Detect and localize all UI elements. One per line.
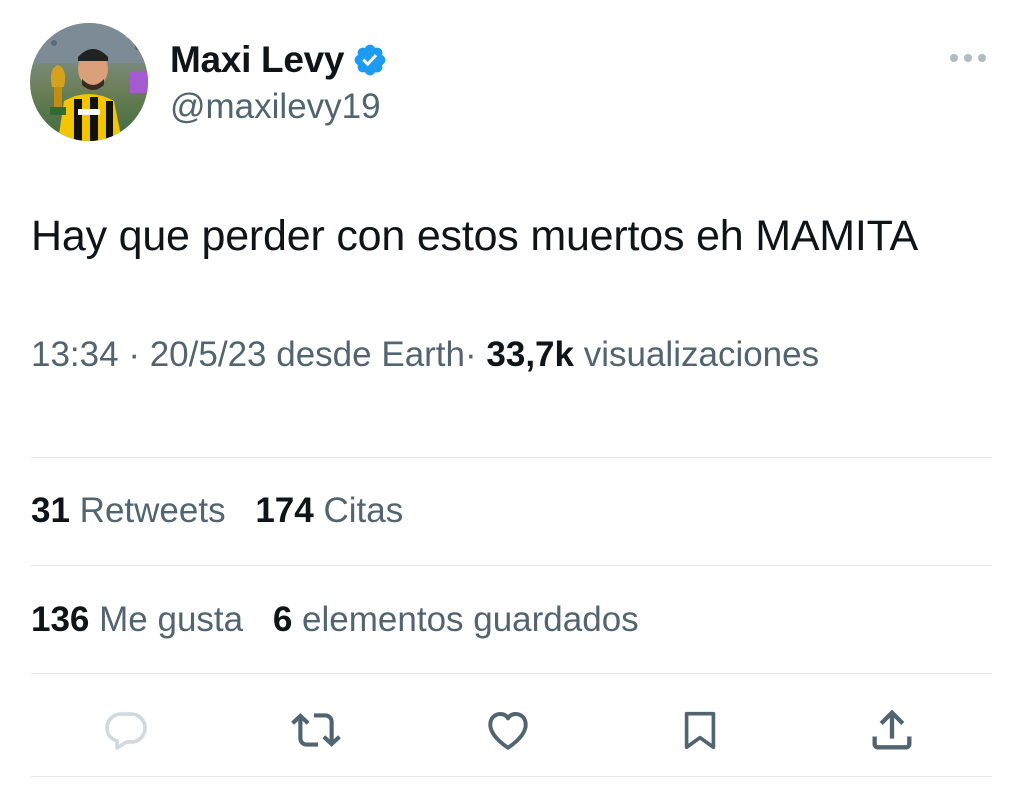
quotes-count: 174	[255, 491, 314, 530]
likes-label: Me gusta	[99, 600, 244, 639]
divider	[31, 565, 992, 566]
share-button[interactable]	[862, 700, 922, 760]
meta-separator: ·	[128, 335, 140, 374]
divider	[31, 457, 992, 458]
quotes-label: Citas	[323, 491, 404, 530]
retweet-icon	[291, 713, 341, 747]
author-handle[interactable]: @maxilevy19	[170, 86, 381, 128]
likes-count: 136	[31, 600, 90, 639]
bookmarks-count: 6	[272, 600, 293, 639]
tweet-text: Hay que perder con estos muertos eh MAMI…	[31, 212, 919, 260]
retweets-label: Retweets	[79, 491, 226, 530]
retweets-stat[interactable]: 31 Retweets	[31, 489, 226, 533]
avatar[interactable]	[30, 23, 148, 141]
like-button[interactable]	[478, 700, 538, 760]
views-label: visualizaciones	[583, 335, 820, 374]
avatar-photo	[30, 23, 148, 141]
author-name[interactable]: Maxi Levy	[170, 38, 344, 82]
verified-badge-icon	[354, 44, 386, 76]
bookmarks-label: elementos guardados	[302, 600, 639, 639]
retweets-count: 31	[31, 491, 70, 530]
tweet-date[interactable]: 20/5/23	[150, 335, 267, 374]
stats-row-likes: 136 Me gusta 6 elementos guardados	[31, 598, 659, 642]
more-options-icon	[950, 54, 986, 62]
bookmarks-stat[interactable]: 6 elementos guardados	[273, 598, 639, 642]
quotes-stat[interactable]: 174 Citas	[255, 489, 403, 533]
author-name-row[interactable]: Maxi Levy	[170, 38, 388, 82]
tweet-source: Earth	[381, 335, 465, 374]
meta-separator-2: ·	[465, 335, 477, 374]
stats-row-shares: 31 Retweets 174 Citas	[31, 489, 423, 533]
reply-button[interactable]	[96, 700, 156, 760]
tweet-time[interactable]: 13:34	[31, 335, 119, 374]
likes-stat[interactable]: 136 Me gusta	[31, 598, 243, 642]
heart-icon	[488, 711, 528, 750]
bookmark-button[interactable]	[670, 700, 730, 760]
source-prefix: desde	[276, 335, 372, 374]
action-bar	[0, 700, 1024, 762]
more-options-button[interactable]	[946, 44, 990, 72]
views-count: 33,7k	[486, 335, 574, 374]
divider	[31, 673, 992, 674]
retweet-button[interactable]	[286, 700, 346, 760]
divider	[31, 776, 992, 777]
share-icon	[872, 709, 912, 750]
tweet-meta: 13:34 · 20/5/23 desde Earth· 33,7k visua…	[31, 333, 819, 377]
reply-icon	[105, 712, 147, 750]
bookmark-icon	[684, 711, 716, 750]
